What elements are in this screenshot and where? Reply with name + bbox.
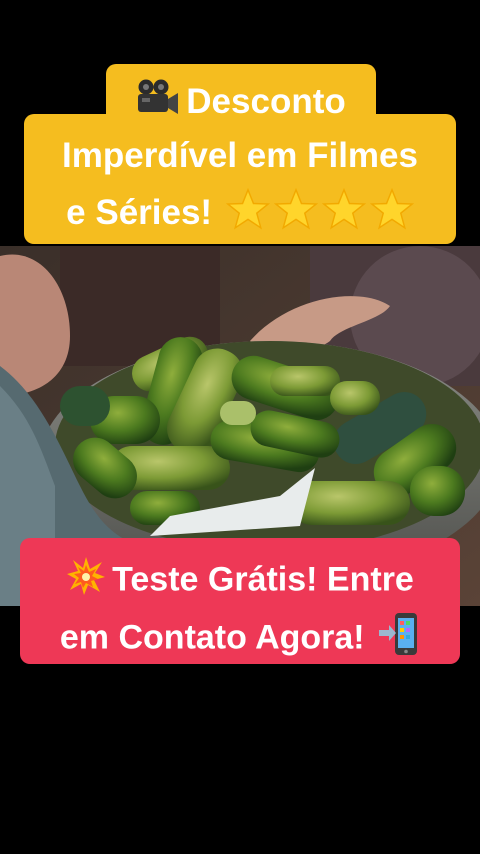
explosion-icon — [66, 556, 106, 607]
movie-camera-icon — [134, 78, 180, 129]
top-caption-line-2: Imperdível em Filmes — [62, 136, 418, 175]
story-screen: Desconto Imperdível em Filmes e Séries! … — [0, 0, 480, 854]
bottom-caption-line-2: em Contato Agora! — [0, 612, 480, 667]
mobile-phone-arrow-icon — [378, 612, 420, 667]
star-icon — [273, 187, 318, 241]
star-icon — [225, 187, 270, 241]
bottom-caption-line-1: Teste Grátis! Entre — [0, 556, 480, 607]
star-icon — [369, 187, 414, 241]
top-caption-line-1: Desconto — [0, 78, 480, 129]
top-caption-line-3: e Séries! — [0, 187, 480, 241]
star-icon — [321, 187, 366, 241]
